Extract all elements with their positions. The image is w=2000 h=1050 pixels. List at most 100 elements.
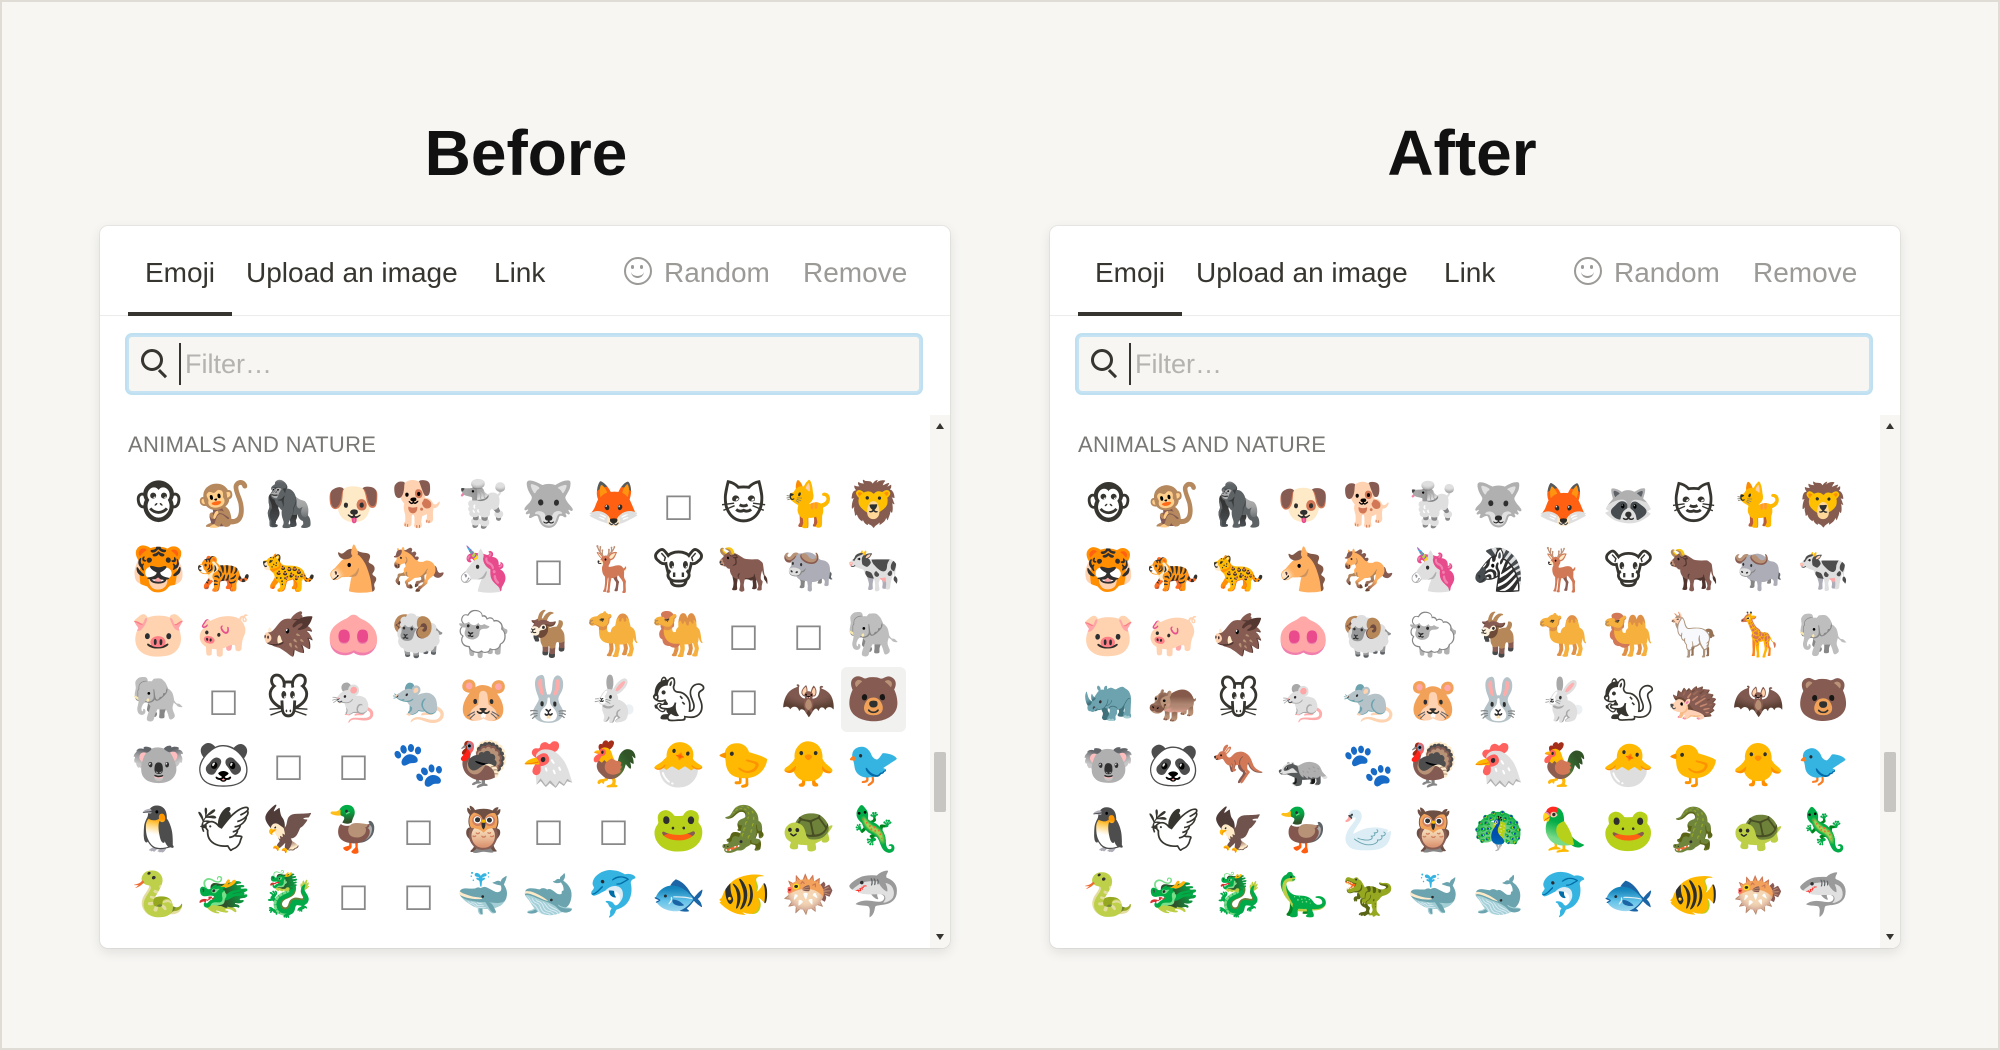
emoji-cell[interactable]: 🐏 bbox=[386, 602, 451, 667]
emoji-missing-glyph[interactable]: □ bbox=[191, 667, 256, 732]
emoji-cell[interactable]: 🐑 bbox=[451, 602, 516, 667]
emoji-cell[interactable]: 🐭 bbox=[256, 667, 321, 732]
emoji-cell[interactable]: 🐘 bbox=[126, 667, 191, 732]
random-button[interactable]: Random bbox=[1574, 226, 1720, 315]
emoji-cell[interactable]: 🐊 bbox=[1661, 797, 1726, 862]
emoji-cell[interactable]: 🐲 bbox=[191, 862, 256, 927]
emoji-missing-glyph[interactable]: □ bbox=[711, 602, 776, 667]
emoji-cell[interactable]: 🐨 bbox=[1076, 732, 1141, 797]
emoji-missing-glyph[interactable]: □ bbox=[516, 797, 581, 862]
emoji-cell[interactable]: 🦄 bbox=[1401, 537, 1466, 602]
scroll-up-arrow-icon[interactable] bbox=[936, 423, 944, 429]
emoji-cell[interactable]: 🐟 bbox=[1596, 862, 1661, 927]
emoji-cell[interactable]: 🐃 bbox=[1726, 537, 1791, 602]
emoji-cell[interactable]: 🐣 bbox=[646, 732, 711, 797]
emoji-cell[interactable]: 🐹 bbox=[451, 667, 516, 732]
emoji-cell[interactable]: 🦡 bbox=[1271, 732, 1336, 797]
scroll-down-arrow-icon[interactable] bbox=[1886, 934, 1894, 940]
emoji-cell[interactable]: 🐶 bbox=[1271, 472, 1336, 537]
emoji-cell[interactable]: 🐓 bbox=[581, 732, 646, 797]
emoji-cell[interactable]: 🐔 bbox=[516, 732, 581, 797]
emoji-cell[interactable]: 🐣 bbox=[1596, 732, 1661, 797]
emoji-cell[interactable]: 🐮 bbox=[1596, 537, 1661, 602]
emoji-cell[interactable]: 🦍 bbox=[256, 472, 321, 537]
emoji-cell[interactable]: 🦖 bbox=[1336, 862, 1401, 927]
emoji-cell[interactable]: 🐸 bbox=[646, 797, 711, 862]
scroll-thumb[interactable] bbox=[1884, 752, 1896, 812]
emoji-cell[interactable]: 🐖 bbox=[1141, 602, 1206, 667]
emoji-cell[interactable]: 🐢 bbox=[776, 797, 841, 862]
emoji-cell[interactable]: 🦚 bbox=[1466, 797, 1531, 862]
emoji-missing-glyph[interactable]: □ bbox=[321, 732, 386, 797]
emoji-cell[interactable]: 🦅 bbox=[256, 797, 321, 862]
emoji-cell[interactable]: 🐻 bbox=[841, 667, 906, 732]
emoji-cell[interactable]: 🐉 bbox=[256, 862, 321, 927]
emoji-cell[interactable]: 🐾 bbox=[1336, 732, 1401, 797]
scrollbar[interactable] bbox=[930, 415, 950, 948]
emoji-cell[interactable]: 🐄 bbox=[841, 537, 906, 602]
emoji-cell[interactable]: 🐫 bbox=[646, 602, 711, 667]
filter-input[interactable] bbox=[179, 343, 907, 385]
emoji-cell[interactable]: 🐀 bbox=[386, 667, 451, 732]
emoji-cell[interactable]: 🐬 bbox=[581, 862, 646, 927]
emoji-cell[interactable]: 🐪 bbox=[1531, 602, 1596, 667]
emoji-cell[interactable]: 🕊 bbox=[191, 797, 256, 862]
emoji-cell[interactable]: 🐟 bbox=[646, 862, 711, 927]
emoji-cell[interactable]: 🐶 bbox=[321, 472, 386, 537]
emoji-cell[interactable]: 🦎 bbox=[841, 797, 906, 862]
emoji-cell[interactable]: 🦆 bbox=[321, 797, 386, 862]
emoji-cell[interactable]: 🐰 bbox=[1466, 667, 1531, 732]
emoji-cell[interactable]: 🦁 bbox=[1791, 472, 1856, 537]
emoji-cell[interactable]: 🐅 bbox=[1141, 537, 1206, 602]
emoji-cell[interactable]: 🦊 bbox=[581, 472, 646, 537]
emoji-cell[interactable]: 🐩 bbox=[1401, 472, 1466, 537]
emoji-cell[interactable]: 🐧 bbox=[126, 797, 191, 862]
emoji-cell[interactable]: 🦔 bbox=[1661, 667, 1726, 732]
emoji-cell[interactable]: 🐷 bbox=[1076, 602, 1141, 667]
emoji-cell[interactable]: 🐾 bbox=[386, 732, 451, 797]
emoji-cell[interactable]: 🐯 bbox=[126, 537, 191, 602]
emoji-cell[interactable]: 🐕 bbox=[386, 472, 451, 537]
emoji-cell[interactable]: 🐄 bbox=[1791, 537, 1856, 602]
emoji-cell[interactable]: 🐧 bbox=[1076, 797, 1141, 862]
emoji-cell[interactable]: 🐡 bbox=[776, 862, 841, 927]
emoji-cell[interactable]: 🦅 bbox=[1206, 797, 1271, 862]
tab-link[interactable]: Link bbox=[494, 226, 545, 315]
emoji-cell[interactable]: 🐯 bbox=[1076, 537, 1141, 602]
scroll-down-arrow-icon[interactable] bbox=[936, 934, 944, 940]
emoji-cell[interactable]: 🦈 bbox=[841, 862, 906, 927]
emoji-cell[interactable]: 🐒 bbox=[1141, 472, 1206, 537]
emoji-cell[interactable]: 🦇 bbox=[776, 667, 841, 732]
emoji-cell[interactable]: 🐒 bbox=[191, 472, 256, 537]
emoji-cell[interactable]: 🐼 bbox=[1141, 732, 1206, 797]
emoji-missing-glyph[interactable]: □ bbox=[581, 797, 646, 862]
emoji-cell[interactable]: 🐵 bbox=[126, 472, 191, 537]
emoji-cell[interactable]: 🦌 bbox=[1531, 537, 1596, 602]
emoji-cell[interactable]: 🐸 bbox=[1596, 797, 1661, 862]
emoji-cell[interactable]: 🦕 bbox=[1271, 862, 1336, 927]
emoji-cell[interactable]: 🦌 bbox=[581, 537, 646, 602]
tab-upload-image[interactable]: Upload an image bbox=[246, 226, 458, 315]
emoji-cell[interactable]: 🐿 bbox=[646, 667, 711, 732]
emoji-cell[interactable]: 🐓 bbox=[1531, 732, 1596, 797]
emoji-cell[interactable]: 🐤 bbox=[711, 732, 776, 797]
emoji-cell[interactable]: 🐅 bbox=[191, 537, 256, 602]
emoji-cell[interactable]: 🐤 bbox=[1661, 732, 1726, 797]
emoji-cell[interactable]: 🦁 bbox=[841, 472, 906, 537]
emoji-cell[interactable]: 🦈 bbox=[1791, 862, 1856, 927]
emoji-cell[interactable]: 🐫 bbox=[1596, 602, 1661, 667]
emoji-missing-glyph[interactable]: □ bbox=[516, 537, 581, 602]
emoji-cell[interactable]: 🐲 bbox=[1141, 862, 1206, 927]
tab-emoji[interactable]: Emoji bbox=[127, 226, 233, 316]
emoji-cell[interactable]: 🐍 bbox=[126, 862, 191, 927]
emoji-missing-glyph[interactable]: □ bbox=[776, 602, 841, 667]
emoji-cell[interactable]: 🦃 bbox=[1401, 732, 1466, 797]
emoji-cell[interactable]: 🦜 bbox=[1531, 797, 1596, 862]
emoji-cell[interactable]: 🐉 bbox=[1206, 862, 1271, 927]
emoji-cell[interactable]: 🦙 bbox=[1661, 602, 1726, 667]
emoji-cell[interactable]: 🐴 bbox=[321, 537, 386, 602]
emoji-missing-glyph[interactable]: □ bbox=[321, 862, 386, 927]
emoji-cell[interactable]: 🐁 bbox=[321, 667, 386, 732]
emoji-cell[interactable]: 🐦 bbox=[841, 732, 906, 797]
emoji-cell[interactable]: 🐴 bbox=[1271, 537, 1336, 602]
